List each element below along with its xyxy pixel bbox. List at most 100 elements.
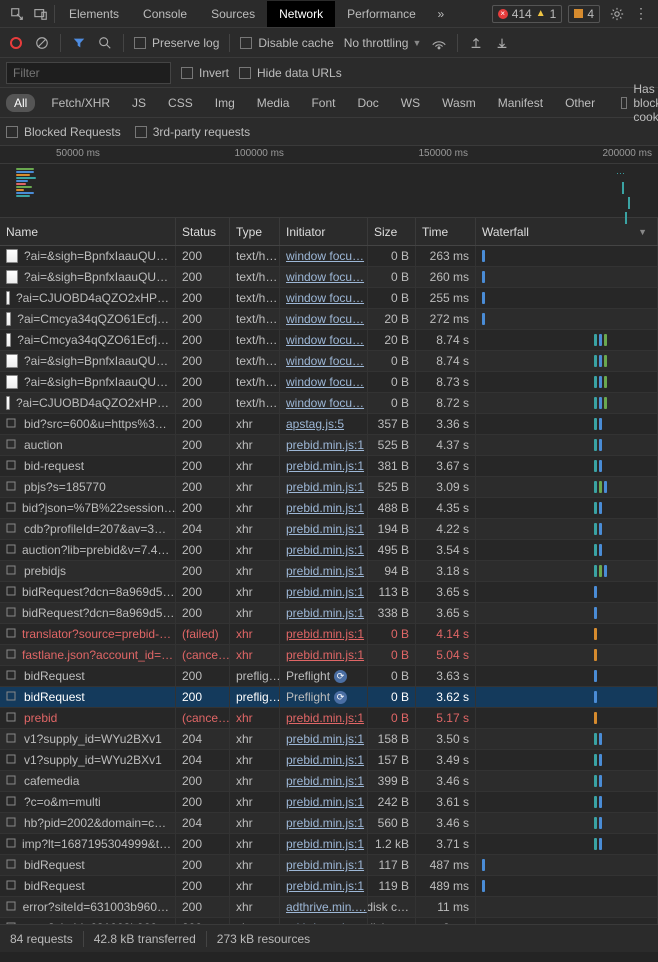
col-status-header[interactable]: Status <box>176 218 230 245</box>
initiator-link[interactable]: prebid.min.js:1 <box>286 837 364 851</box>
tab-console[interactable]: Console <box>131 1 199 27</box>
table-row[interactable]: ?ai=CJUOBD4aQZO2xHP…200text/h…window foc… <box>0 393 658 414</box>
col-type-header[interactable]: Type <box>230 218 280 245</box>
table-row[interactable]: ?ai=Cmcya34qQZO61Ecfj…200text/h…window f… <box>0 309 658 330</box>
table-row[interactable]: auction?lib=prebid&v=7.4…200xhrprebid.mi… <box>0 540 658 561</box>
initiator-link[interactable]: adthrive.min.… <box>286 921 367 924</box>
inspect-icon[interactable] <box>6 3 28 25</box>
table-row[interactable]: bidRequest?dcn=8a969d5…200xhrprebid.min.… <box>0 603 658 624</box>
initiator-link[interactable]: window focu… <box>286 354 364 368</box>
type-filter-wasm[interactable]: Wasm <box>436 94 482 112</box>
table-row[interactable]: ?ai=Cmcya34qQZO61Ecfj…200text/h…window f… <box>0 330 658 351</box>
tab-elements[interactable]: Elements <box>57 1 131 27</box>
type-filter-ws[interactable]: WS <box>395 94 426 112</box>
table-row[interactable]: v1?supply_id=WYu2BXv1204xhrprebid.min.js… <box>0 750 658 771</box>
kebab-menu-icon[interactable]: ⋮ <box>630 3 652 25</box>
table-row[interactable]: cafemedia200xhrprebid.min.js:1399 B3.46 … <box>0 771 658 792</box>
initiator-link[interactable]: prebid.min.js:1 <box>286 585 364 599</box>
table-row[interactable]: cdb?profileId=207&av=3…204xhrprebid.min.… <box>0 519 658 540</box>
type-filter-all[interactable]: All <box>6 94 35 112</box>
table-row[interactable]: ?c=o&m=multi200xhrprebid.min.js:1242 B3.… <box>0 792 658 813</box>
col-size-header[interactable]: Size <box>368 218 416 245</box>
initiator-link[interactable]: window focu… <box>286 375 364 389</box>
table-row[interactable]: bidRequest200xhrprebid.min.js:1119 B489 … <box>0 876 658 897</box>
col-initiator-header[interactable]: Initiator <box>280 218 368 245</box>
type-filter-js[interactable]: JS <box>126 94 152 112</box>
table-row[interactable]: ?ai=&sigh=BpnfxIaauQU…200text/h…window f… <box>0 351 658 372</box>
download-har-icon[interactable] <box>494 35 510 51</box>
initiator-link[interactable]: prebid.min.js:1 <box>286 858 364 872</box>
initiator-link[interactable]: prebid.min.js:1 <box>286 627 364 641</box>
table-row[interactable]: error?siteId=631003b960…200xhradthrive.m… <box>0 918 658 924</box>
table-row[interactable]: prebidjs200xhrprebid.min.js:194 B3.18 s <box>0 561 658 582</box>
table-row[interactable]: imp?lt=1687195304999&t…200xhrprebid.min.… <box>0 834 658 855</box>
third-party-checkbox[interactable]: 3rd-party requests <box>135 125 250 139</box>
initiator-link[interactable]: prebid.min.js:1 <box>286 711 364 725</box>
table-row[interactable]: pbjs?s=185770200xhrprebid.min.js:1525 B3… <box>0 477 658 498</box>
initiator-link[interactable]: prebid.min.js:1 <box>286 501 364 515</box>
table-row[interactable]: error?siteId=631003b960…200xhradthrive.m… <box>0 897 658 918</box>
settings-icon[interactable] <box>606 3 628 25</box>
table-row[interactable]: fastlane.json?account_id=…(cance…xhrpreb… <box>0 645 658 666</box>
col-name-header[interactable]: Name <box>0 218 176 245</box>
col-waterfall-header[interactable]: Waterfall▼ <box>476 218 658 245</box>
type-filter-media[interactable]: Media <box>251 94 296 112</box>
initiator-link[interactable]: window focu… <box>286 312 364 326</box>
initiator-link[interactable]: prebid.min.js:1 <box>286 459 364 473</box>
type-filter-manifest[interactable]: Manifest <box>492 94 549 112</box>
disable-cache-checkbox[interactable]: Disable cache <box>240 36 333 50</box>
table-row[interactable]: v1?supply_id=WYu2BXv1204xhrprebid.min.js… <box>0 729 658 750</box>
type-filter-css[interactable]: CSS <box>162 94 199 112</box>
type-filter-font[interactable]: Font <box>305 94 341 112</box>
initiator-link[interactable]: window focu… <box>286 333 364 347</box>
initiator-link[interactable]: window focu… <box>286 270 364 284</box>
preserve-log-checkbox[interactable]: Preserve log <box>134 36 219 50</box>
initiator-link[interactable]: prebid.min.js:1 <box>286 879 364 893</box>
device-toggle-icon[interactable] <box>30 3 52 25</box>
table-row[interactable]: bidRequest?dcn=8a969d5…200xhrprebid.min.… <box>0 582 658 603</box>
hide-data-urls-checkbox[interactable]: Hide data URLs <box>239 66 342 80</box>
initiator-link[interactable]: prebid.min.js:1 <box>286 648 364 662</box>
initiator-link[interactable]: prebid.min.js:1 <box>286 606 364 620</box>
tab-network[interactable]: Network <box>267 1 335 27</box>
type-filter-doc[interactable]: Doc <box>351 94 384 112</box>
table-row[interactable]: ?ai=&sigh=BpnfxIaauQU…200text/h…window f… <box>0 246 658 267</box>
filter-icon[interactable] <box>71 35 87 51</box>
type-filter-fetch-xhr[interactable]: Fetch/XHR <box>45 94 116 112</box>
table-row[interactable]: translator?source=prebid-…(failed)xhrpre… <box>0 624 658 645</box>
tab-performance[interactable]: Performance <box>335 1 428 27</box>
record-icon[interactable] <box>8 35 24 51</box>
initiator-link[interactable]: prebid.min.js:1 <box>286 732 364 746</box>
table-row[interactable]: bid?json=%7B%22session…200xhrprebid.min.… <box>0 498 658 519</box>
initiator-link[interactable]: prebid.min.js:1 <box>286 753 364 767</box>
initiator-link[interactable]: window focu… <box>286 291 364 305</box>
initiator-link[interactable]: prebid.min.js:1 <box>286 480 364 494</box>
clear-icon[interactable] <box>34 35 50 51</box>
table-row[interactable]: ?ai=&sigh=BpnfxIaauQU…200text/h…window f… <box>0 372 658 393</box>
table-row[interactable]: ?ai=CJUOBD4aQZO2xHP…200text/h…window foc… <box>0 288 658 309</box>
filter-input[interactable] <box>6 62 171 84</box>
upload-har-icon[interactable] <box>468 35 484 51</box>
initiator-link[interactable]: prebid.min.js:1 <box>286 774 364 788</box>
table-row[interactable]: bidRequest200xhrprebid.min.js:1117 B487 … <box>0 855 658 876</box>
table-row[interactable]: hb?pid=2002&domain=c…204xhrprebid.min.js… <box>0 813 658 834</box>
table-row[interactable]: bidRequest200preflig…Preflight⟳0 B3.62 s <box>0 687 658 708</box>
table-row[interactable]: ?ai=&sigh=BpnfxIaauQU…200text/h…window f… <box>0 267 658 288</box>
issues-badge[interactable]: 4 <box>568 5 600 23</box>
more-tabs-icon[interactable]: » <box>430 3 452 25</box>
initiator-link[interactable]: prebid.min.js:1 <box>286 816 364 830</box>
initiator-link[interactable]: prebid.min.js:1 <box>286 795 364 809</box>
initiator-link[interactable]: prebid.min.js:1 <box>286 522 364 536</box>
blocked-requests-checkbox[interactable]: Blocked Requests <box>6 125 121 139</box>
search-icon[interactable] <box>97 35 113 51</box>
table-row[interactable]: bid?src=600&u=https%3…200xhrapstag.js:53… <box>0 414 658 435</box>
table-row[interactable]: bid-request200xhrprebid.min.js:1381 B3.6… <box>0 456 658 477</box>
initiator-link[interactable]: prebid.min.js:1 <box>286 438 364 452</box>
has-blocked-cookies-checkbox[interactable]: Has blocked cookies <box>621 82 658 124</box>
timeline-overview[interactable]: 50000 ms100000 ms150000 ms200000 ms ⋯ <box>0 146 658 218</box>
initiator-link[interactable]: window focu… <box>286 249 364 263</box>
initiator-link[interactable]: adthrive.min.… <box>286 900 367 914</box>
type-filter-other[interactable]: Other <box>559 94 601 112</box>
table-row[interactable]: prebid(cance…xhrprebid.min.js:10 B5.17 s <box>0 708 658 729</box>
table-row[interactable]: bidRequest200preflig…Preflight⟳0 B3.63 s <box>0 666 658 687</box>
